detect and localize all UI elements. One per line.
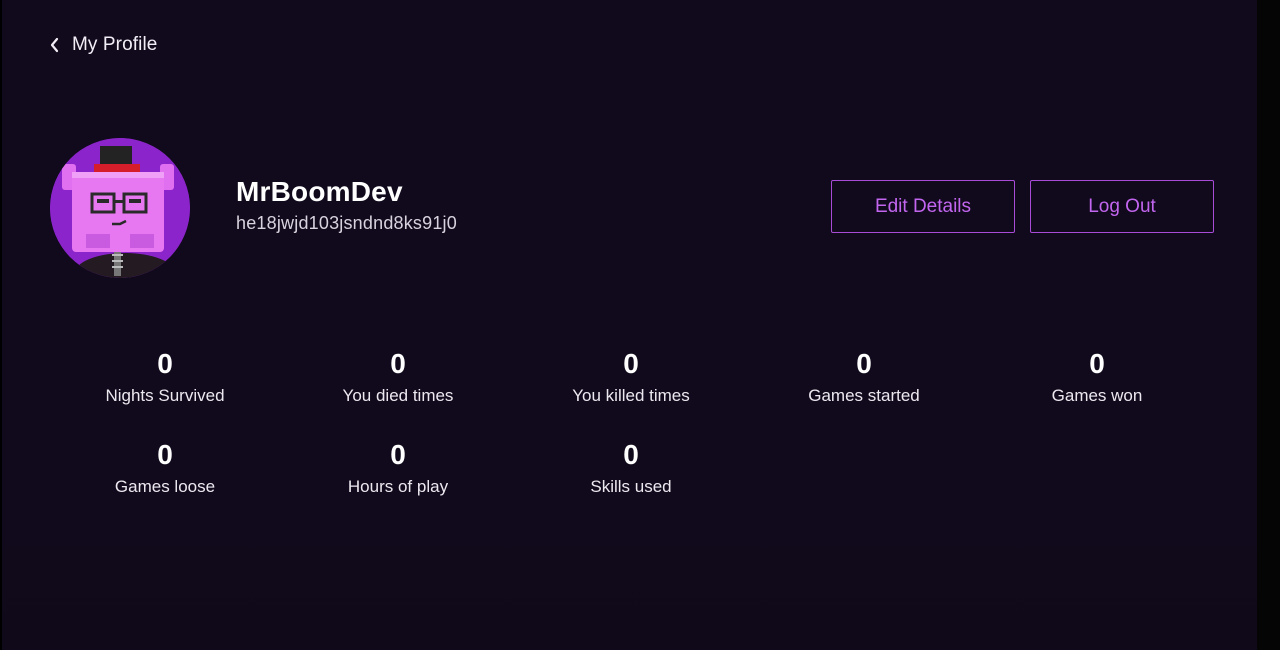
profile-screen: My Profile MrBoomDev he18jwjd103jsndnd8k…	[2, 0, 1257, 650]
stat-skills-used: 0 Skills used	[531, 439, 731, 497]
stat-label: Hours of play	[347, 477, 449, 496]
user-id: he18jwjd103jsndnd8ks91j0	[236, 213, 457, 233]
stat-label: Nights Survived	[105, 386, 225, 405]
edit-details-button[interactable]: Edit Details	[831, 180, 1015, 233]
back-to-profile-link[interactable]: My Profile	[49, 31, 157, 59]
stat-label: You killed times	[572, 386, 690, 405]
stat-games-won: 0 Games won	[997, 348, 1197, 406]
username: MrBoomDev	[236, 176, 403, 207]
stat-value: 0	[856, 348, 872, 379]
page-title: My Profile	[72, 34, 158, 55]
robot-avatar-icon	[50, 138, 190, 278]
stat-games-started: 0 Games started	[764, 348, 964, 406]
stat-label: Games loose	[114, 477, 216, 496]
chevron-left-icon[interactable]	[49, 37, 62, 54]
stat-hours-of-play: 0 Hours of play	[298, 439, 498, 497]
stat-you-killed-times: 0 You killed times	[531, 348, 731, 406]
stat-nights-survived: 0 Nights Survived	[65, 348, 265, 406]
stat-value: 0	[157, 348, 173, 379]
stat-games-loose: 0 Games loose	[65, 439, 265, 497]
stat-value: 0	[623, 439, 639, 470]
stat-value: 0	[157, 439, 173, 470]
stat-value: 0	[623, 348, 639, 379]
stat-label: Games won	[1051, 386, 1143, 405]
stat-label: You died times	[342, 386, 454, 405]
stat-value: 0	[390, 348, 406, 379]
log-out-button[interactable]: Log Out	[1030, 180, 1214, 233]
stat-value: 0	[390, 439, 406, 470]
stat-label: Skills used	[590, 477, 672, 496]
window-edge	[1257, 0, 1280, 650]
stat-value: 0	[1089, 348, 1105, 379]
stat-label: Games started	[808, 386, 920, 405]
stat-you-died-times: 0 You died times	[298, 348, 498, 406]
